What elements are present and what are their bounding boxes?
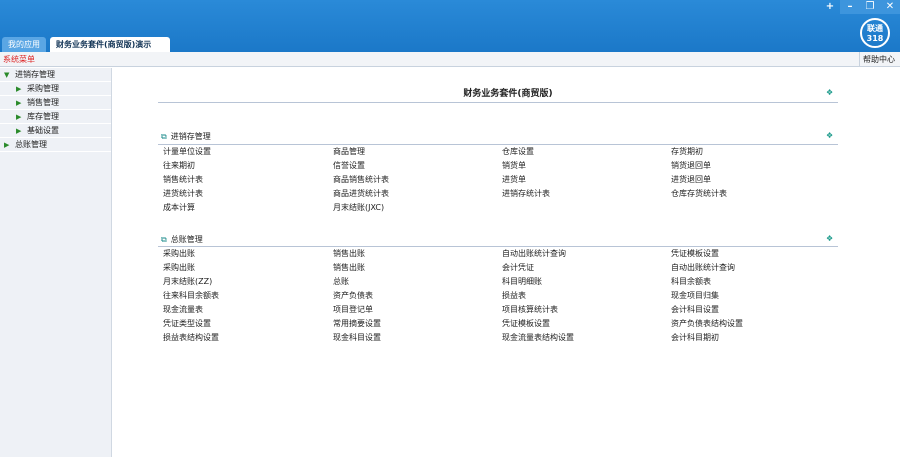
- caret-right-icon: ▶: [4, 141, 10, 149]
- sidebar-item-label: 采购管理: [27, 84, 59, 93]
- add-icon[interactable]: +: [820, 0, 840, 14]
- sidebar-item[interactable]: ▶ 总账管理: [0, 138, 111, 152]
- sidebar-item[interactable]: ▶ 销售管理: [0, 96, 111, 110]
- function-link[interactable]: 销售统计表: [163, 173, 333, 187]
- section-title: 总账管理: [170, 235, 203, 244]
- function-link[interactable]: 往来期初: [163, 159, 333, 173]
- window-icon: ⧉: [161, 235, 167, 244]
- function-link[interactable]: 凭证模板设置: [502, 317, 671, 331]
- function-link[interactable]: 自动出账统计查询: [502, 247, 671, 261]
- function-link[interactable]: 损益表: [502, 289, 671, 303]
- sidebar-item-label: 库存管理: [27, 112, 59, 121]
- sidebar-item[interactable]: ▶ 采购管理: [0, 82, 111, 96]
- collapse-icon[interactable]: ❖: [826, 88, 833, 97]
- section-header: ⧉ 总账管理: [161, 234, 203, 245]
- collapse-icon[interactable]: ❖: [826, 131, 833, 140]
- function-link[interactable]: 成本计算: [163, 201, 333, 215]
- function-link[interactable]: 项目登记单: [333, 303, 502, 317]
- function-link[interactable]: 销售出账: [333, 261, 502, 275]
- function-link[interactable]: 资产负债表结构设置: [671, 317, 841, 331]
- caret-right-icon: ▶: [16, 85, 22, 93]
- logo-text: 联通: [867, 24, 883, 33]
- function-link[interactable]: 信誉设置: [333, 159, 502, 173]
- toolbar: 系统菜单 帮助中心: [0, 52, 900, 67]
- function-link[interactable]: 仓库存货统计表: [671, 187, 841, 201]
- function-link[interactable]: 进货统计表: [163, 187, 333, 201]
- sidebar: ▼ 进销存管理 ▶ 采购管理 ▶ 销售管理 ▶ 库存管理 ▶ 基础设置 ▶ 总账管理: [0, 68, 112, 457]
- divider: [158, 102, 838, 103]
- section-links: 计量单位设置 商品管理 仓库设置 存货期初往来期初 信誉设置 销货单 销货退回单销售统计表商…: [163, 145, 843, 215]
- function-link[interactable]: 商品管理: [333, 145, 502, 159]
- section-title: 进销存管理: [170, 132, 211, 141]
- section-header: ⧉ 进销存管理: [161, 131, 211, 142]
- function-link[interactable]: 自动出账统计查询: [671, 261, 841, 275]
- logo-number: 318: [866, 34, 884, 43]
- function-link[interactable]: 仓库设置: [502, 145, 671, 159]
- sidebar-item[interactable]: ▼ 进销存管理: [0, 68, 111, 82]
- collapse-icon[interactable]: ❖: [826, 234, 833, 243]
- window-icon: ⧉: [161, 132, 167, 141]
- minimize-button[interactable]: –: [840, 0, 860, 14]
- function-link[interactable]: 进销存统计表: [502, 187, 671, 201]
- function-link[interactable]: 进货单: [502, 173, 671, 187]
- function-link[interactable]: 会计科目设置: [671, 303, 841, 317]
- caret-right-icon: ▶: [16, 127, 22, 135]
- help-center-button[interactable]: 帮助中心: [859, 52, 898, 67]
- function-link[interactable]: 现金流量表结构设置: [502, 331, 671, 345]
- function-link[interactable]: 资产负债表: [333, 289, 502, 303]
- function-link[interactable]: 凭证类型设置: [163, 317, 333, 331]
- sidebar-item[interactable]: ▶ 库存管理: [0, 110, 111, 124]
- function-link[interactable]: 现金科目设置: [333, 331, 502, 345]
- function-link[interactable]: 计量单位设置: [163, 145, 333, 159]
- sidebar-item[interactable]: ▶ 基础设置: [0, 124, 111, 138]
- function-link[interactable]: 销售出账: [333, 247, 502, 261]
- function-link[interactable]: 现金项目归集: [671, 289, 841, 303]
- function-link[interactable]: 会计科目期初: [671, 331, 841, 345]
- sidebar-item-label: 进销存管理: [15, 70, 55, 79]
- logo: 联通 318: [860, 18, 890, 48]
- function-link[interactable]: 采购出账: [163, 247, 333, 261]
- function-link[interactable]: 常用摘要设置: [333, 317, 502, 331]
- function-link[interactable]: 科目余额表: [671, 275, 841, 289]
- section-links: 采购出账 销售出账 自动出账统计查询 凭证模板设置 采购出账 销售出账 会计凭证 自动出账统计…: [163, 247, 843, 345]
- function-link[interactable]: 销货单: [502, 159, 671, 173]
- function-link[interactable]: 凭证模板设置: [671, 247, 841, 261]
- function-link[interactable]: 商品进货统计表: [333, 187, 502, 201]
- function-link[interactable]: 月末结账(ZZ): [163, 275, 333, 289]
- function-link[interactable]: 总账: [333, 275, 502, 289]
- page-title: 财务业务套件(商贸版): [463, 89, 553, 99]
- function-link[interactable]: 科目明细账: [502, 275, 671, 289]
- function-link[interactable]: 会计凭证: [502, 261, 671, 275]
- function-link[interactable]: 现金流量表: [163, 303, 333, 317]
- function-link[interactable]: 存货期初: [671, 145, 841, 159]
- window-controls: + – ❐ ✕: [820, 0, 900, 14]
- function-link[interactable]: 商品销售统计表: [333, 173, 502, 187]
- function-link[interactable]: 往来科目余额表: [163, 289, 333, 303]
- function-link[interactable]: 销货退回单: [671, 159, 841, 173]
- tab-my-apps[interactable]: 我的应用: [2, 37, 46, 52]
- sidebar-item-label: 总账管理: [15, 140, 47, 149]
- tab-finance-suite[interactable]: 财务业务套件(商贸版)演示: [50, 37, 170, 52]
- caret-right-icon: ▶: [16, 99, 22, 107]
- caret-down-icon: ▼: [4, 71, 10, 79]
- function-link[interactable]: 月末结账(JXC): [333, 201, 502, 215]
- function-link[interactable]: 采购出账: [163, 261, 333, 275]
- function-link[interactable]: 损益表结构设置: [163, 331, 333, 345]
- title-bar: + – ❐ ✕ 联通 318 我的应用 财务业务套件(商贸版)演示: [0, 0, 900, 52]
- caret-right-icon: ▶: [16, 113, 22, 121]
- sidebar-item-label: 销售管理: [27, 98, 59, 107]
- restore-button[interactable]: ❐: [860, 0, 880, 14]
- function-link[interactable]: 项目核算统计表: [502, 303, 671, 317]
- system-menu-button[interactable]: 系统菜单: [3, 54, 35, 65]
- sidebar-item-label: 基础设置: [27, 126, 59, 135]
- close-button[interactable]: ✕: [880, 0, 900, 14]
- function-link[interactable]: 进货退回单: [671, 173, 841, 187]
